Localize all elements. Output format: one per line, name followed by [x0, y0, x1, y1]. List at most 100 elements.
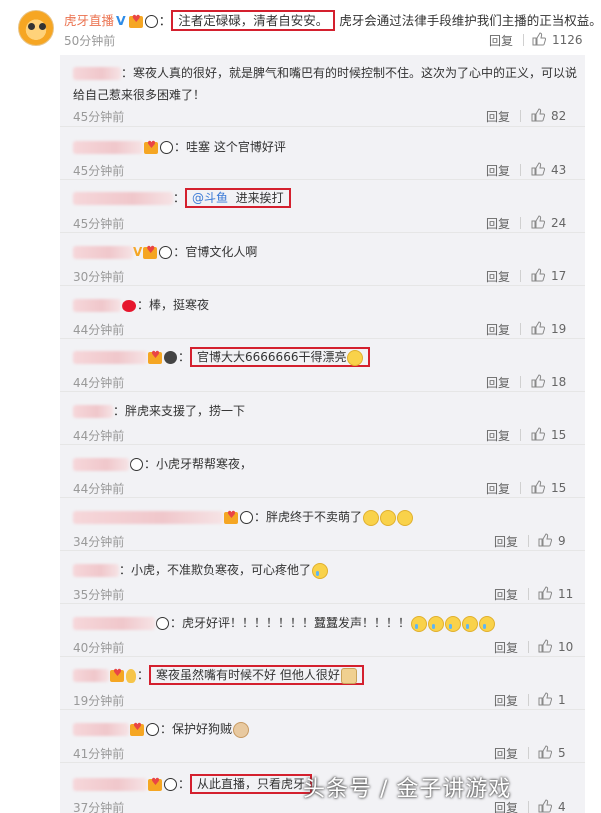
crown-heart-icon [130, 722, 144, 736]
crying-emoji-icon [428, 615, 445, 632]
like-count: 4 [558, 800, 566, 813]
like-count: 18 [551, 375, 567, 389]
like-button[interactable]: 82 [531, 108, 566, 123]
like-button[interactable]: 5 [538, 745, 566, 760]
panda-emoji-icon [240, 511, 253, 524]
reply-button[interactable]: 回复 [486, 108, 510, 125]
highlighted-reply: 寒夜虽然嘴有时候不好 但他人很好 [149, 665, 364, 685]
reply-button[interactable]: 回复 [494, 586, 518, 603]
reply-time: 44分钟前 [73, 482, 125, 496]
reply-button[interactable]: 回复 [486, 427, 510, 444]
like-button[interactable]: 10 [538, 639, 573, 654]
like-button[interactable]: 19 [531, 321, 566, 336]
reply-time: 19分钟前 [73, 694, 125, 708]
divider [520, 164, 521, 176]
panda-emoji-icon [159, 246, 173, 259]
reply-button[interactable]: 回复 [486, 268, 510, 285]
reply-row: ：哇塞 这个官博好评 45分钟前 回复 43 [60, 127, 585, 180]
like-count: 1 [558, 693, 566, 707]
reply-button[interactable]: 回复 [494, 533, 518, 550]
reply-time: 37分钟前 [73, 801, 125, 813]
like-button[interactable]: 18 [531, 374, 566, 389]
thumbs-up-icon [531, 162, 545, 176]
like-button[interactable]: 9 [538, 533, 566, 548]
like-button[interactable]: 15 [531, 480, 566, 495]
reply-text: 棒，挺寒夜 [149, 298, 210, 312]
like-button[interactable]: 17 [531, 268, 566, 283]
divider [520, 323, 521, 335]
like-button[interactable]: 43 [531, 162, 566, 177]
blurred-username [73, 246, 133, 259]
thumbs-up-icon [538, 745, 552, 759]
main-comment-text: 虎牙会通过法律手段维护我们主播的正当权益。 [339, 13, 601, 28]
highlighted-reply: 从此直播，只看虎牙 [190, 774, 313, 794]
reply-button[interactable]: 回复 [494, 692, 518, 709]
like-button[interactable]: 1 [538, 692, 566, 707]
lightbulb-icon [126, 668, 136, 683]
thumbs-up-icon [531, 374, 545, 388]
panda-emoji-icon [144, 15, 158, 28]
weibo-icon [122, 299, 136, 312]
author-name[interactable]: 虎牙直播 [64, 13, 114, 28]
reply-button[interactable]: 回复 [486, 480, 510, 497]
blurred-username [73, 564, 119, 577]
smile-emoji-icon [347, 349, 364, 366]
divider [528, 801, 529, 813]
reply-button[interactable]: 回复 [486, 162, 510, 179]
person-emoji-icon [340, 667, 357, 684]
main-comment-line: 虎牙直播V：注者定碌碌，清者自安安。 虎牙会通过法律手段维护我们主播的正当权益。 [64, 10, 601, 31]
reply-text: 进来挨打 [235, 191, 284, 205]
thumbs-up-icon [531, 108, 545, 122]
blurred-username [73, 192, 173, 205]
thumbs-up-icon [538, 586, 552, 600]
reply-text: 保护好狗贼 [172, 722, 233, 736]
like-button[interactable]: 1126 [532, 32, 583, 47]
thumbs-up-icon [538, 799, 552, 813]
reply-list: ：寒夜人真的很好，就是脾气和嘴巴有的时候控制不住。这次为了心中的正义，可以说 给… [60, 55, 585, 813]
reply-text: 从此直播，只看虎牙 [197, 777, 306, 791]
reply-row: ：官博大大6666666干得漂亮 44分钟前 回复 18 [60, 339, 585, 392]
like-count: 82 [551, 109, 567, 123]
thumbs-up-icon [538, 533, 552, 547]
blurred-username [73, 141, 143, 154]
panda-emoji-icon [164, 778, 177, 791]
tiger-avatar-icon[interactable] [18, 10, 54, 46]
crying-emoji-icon [445, 615, 462, 632]
reply-button[interactable]: 回复 [489, 32, 513, 49]
panda-emoji-icon [146, 723, 159, 736]
reply-time: 35分钟前 [73, 588, 125, 602]
blurred-username [73, 405, 113, 418]
reply-button[interactable]: 回复 [494, 639, 518, 656]
like-button[interactable]: 15 [531, 427, 566, 442]
reply-button[interactable]: 回复 [486, 374, 510, 391]
reply-time: 40分钟前 [73, 641, 125, 655]
reply-time: 45分钟前 [73, 110, 125, 124]
reply-button[interactable]: 回复 [494, 745, 518, 762]
reply-time: 44分钟前 [73, 323, 125, 337]
blurred-username [73, 669, 109, 682]
like-count: 15 [551, 481, 567, 495]
main-comment: 虎牙直播V：注者定碌碌，清者自安安。 虎牙会通过法律手段维护我们主播的正当权益。… [0, 0, 601, 50]
reply-row: ：小虎牙帮帮寒夜， 44分钟前 回复 15 [60, 445, 585, 498]
like-button[interactable]: 11 [538, 586, 573, 601]
reply-text: 官博文化人啊 [185, 245, 258, 259]
divider [523, 34, 524, 46]
mention-link[interactable]: @斗鱼 [192, 191, 228, 205]
reply-row: ：寒夜虽然嘴有时候不好 但他人很好 19分钟前 回复 1 [60, 657, 585, 710]
like-count: 43 [551, 163, 567, 177]
verified-v-icon: V [116, 13, 126, 28]
dog-emoji-icon [233, 721, 250, 738]
cute-emoji-icon [397, 509, 414, 526]
like-button[interactable]: 4 [538, 799, 566, 813]
thumbs-up-icon [532, 32, 546, 46]
like-count: 19 [551, 322, 567, 336]
crying-emoji-icon [479, 615, 496, 632]
like-button[interactable]: 24 [531, 215, 566, 230]
reply-button[interactable]: 回复 [486, 321, 510, 338]
reply-row: ： @斗鱼 进来挨打 45分钟前 回复 24 [60, 180, 585, 233]
reply-row: ：胖虎来支援了，捞一下 44分钟前 回复 15 [60, 392, 585, 445]
watermark-text: 头条号 / 金子讲游戏 [303, 777, 512, 802]
crown-heart-icon [224, 510, 238, 524]
reply-button[interactable]: 回复 [486, 215, 510, 232]
blurred-username [73, 778, 147, 791]
